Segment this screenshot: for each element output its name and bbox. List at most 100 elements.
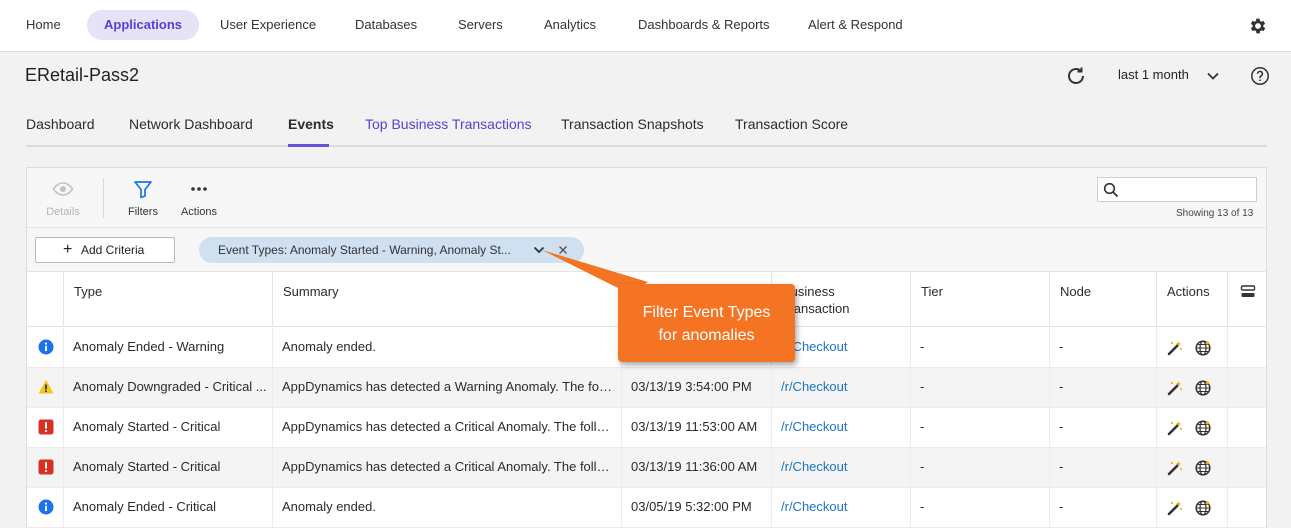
column-divider — [1049, 448, 1050, 488]
column-divider — [63, 488, 64, 528]
cell-summary: Anomaly ended. — [282, 499, 376, 514]
tab-network-dashboard[interactable]: Network Dashboard — [129, 116, 253, 132]
column-divider — [910, 488, 911, 528]
details-button[interactable]: Details — [33, 178, 93, 218]
cell-time: 03/13/19 3:54:00 PM — [631, 379, 752, 394]
search-input[interactable] — [1124, 180, 1252, 199]
filter-chip-event-types[interactable]: Event Types: Anomaly Started - Warning, … — [199, 237, 584, 263]
nav-analytics[interactable]: Analytics — [544, 10, 596, 40]
cell-tier: - — [920, 499, 925, 514]
header-node[interactable]: Node — [1049, 272, 1156, 327]
tab-top-business-transactions[interactable]: Top Business Transactions — [365, 116, 532, 132]
results-count: Showing 13 of 13 — [1176, 208, 1254, 219]
column-divider — [272, 368, 273, 408]
column-divider — [272, 448, 273, 488]
critical-icon — [38, 459, 54, 475]
search-box[interactable] — [1097, 177, 1257, 202]
globe-icon[interactable] — [1194, 339, 1212, 357]
cell-time: 03/13/19 11:36:00 AM — [631, 459, 758, 474]
toolbar-divider — [103, 178, 104, 218]
column-divider — [910, 328, 911, 368]
tab-transaction-snapshots[interactable]: Transaction Snapshots — [561, 116, 704, 132]
column-divider — [771, 488, 772, 528]
column-divider — [910, 408, 911, 448]
cell-node: - — [1059, 419, 1064, 434]
annotation-callout: Filter Event Types for anomalies — [618, 284, 795, 362]
cell-node: - — [1059, 339, 1064, 354]
nav-dashboards-reports[interactable]: Dashboards & Reports — [638, 10, 770, 40]
critical-icon — [38, 419, 54, 435]
nav-home[interactable]: Home — [26, 10, 61, 40]
details-label: Details — [46, 206, 80, 218]
column-divider — [1156, 488, 1157, 528]
callout-line-1: Filter Event Types — [642, 304, 771, 321]
tabs-divider — [26, 145, 1267, 147]
active-tab-indicator — [288, 144, 329, 147]
nav-user-experience[interactable]: User Experience — [220, 10, 316, 40]
cell-business-transaction[interactable]: /r/Checkout — [781, 459, 901, 474]
column-divider — [272, 408, 273, 448]
nav-applications[interactable]: Applications — [87, 10, 200, 40]
info-icon — [38, 339, 54, 355]
cell-node: - — [1059, 459, 1064, 474]
magic-wand-icon[interactable] — [1166, 379, 1184, 397]
tab-dashboard[interactable]: Dashboard — [26, 116, 95, 132]
table-row[interactable]: Anomaly Downgraded - Critical ... AppDyna… — [27, 368, 1266, 408]
header-tier[interactable]: Tier — [910, 272, 1049, 327]
globe-icon[interactable] — [1194, 459, 1212, 477]
magic-wand-icon[interactable] — [1166, 339, 1184, 357]
globe-icon[interactable] — [1194, 499, 1212, 517]
globe-icon[interactable] — [1194, 379, 1212, 397]
table-row[interactable]: Anomaly Ended - Critical Anomaly ended. 03… — [27, 488, 1266, 528]
tab-events[interactable]: Events — [288, 116, 334, 132]
header-type[interactable]: Type — [63, 272, 272, 327]
column-divider — [621, 368, 622, 408]
column-divider — [1227, 368, 1228, 408]
tab-transaction-score[interactable]: Transaction Score — [735, 116, 848, 132]
globe-icon[interactable] — [1194, 419, 1212, 437]
top-navigation: Home Applications User Experience Databa… — [0, 0, 1291, 52]
time-range-selector[interactable]: last 1 month — [1118, 67, 1189, 82]
cell-business-transaction[interactable]: /r/Checkout — [781, 419, 901, 434]
magic-wand-icon[interactable] — [1166, 459, 1184, 477]
cell-tier: - — [920, 459, 925, 474]
cell-business-transaction[interactable]: /r/Checkout — [781, 379, 901, 394]
nav-alert-respond[interactable]: Alert & Respond — [808, 10, 903, 40]
column-divider — [1049, 328, 1050, 368]
search-icon — [1103, 182, 1119, 198]
filters-button[interactable]: Filters — [113, 178, 173, 218]
add-criteria-button[interactable]: + Add Criteria — [35, 237, 175, 263]
cell-time: 03/05/19 5:32:00 PM — [631, 499, 752, 514]
magic-wand-icon[interactable] — [1166, 419, 1184, 437]
actions-button[interactable]: Actions — [169, 178, 229, 218]
column-divider — [621, 408, 622, 448]
more-icon — [191, 187, 207, 191]
nav-databases[interactable]: Databases — [355, 10, 417, 40]
magic-wand-icon[interactable] — [1166, 499, 1184, 517]
cell-business-transaction[interactable]: /r/Checkout — [781, 339, 901, 354]
header-actions: Actions — [1156, 272, 1227, 327]
help-icon[interactable] — [1250, 66, 1270, 86]
table-row[interactable]: Anomaly Started - Critical AppDynamics ha… — [27, 408, 1266, 448]
refresh-icon[interactable] — [1064, 64, 1088, 88]
column-divider — [1156, 328, 1157, 368]
cell-tier: - — [920, 379, 925, 394]
cell-type: Anomaly Started - Critical — [73, 459, 221, 474]
cell-business-transaction[interactable]: /r/Checkout — [781, 499, 901, 514]
column-divider — [1227, 488, 1228, 528]
column-divider — [771, 368, 772, 408]
column-divider — [771, 408, 772, 448]
cell-tier: - — [920, 339, 925, 354]
cell-node: - — [1059, 499, 1064, 514]
column-divider — [1227, 408, 1228, 448]
cell-type: Anomaly Downgraded - Critical ... — [73, 379, 267, 394]
chevron-down-icon[interactable] — [1206, 69, 1220, 83]
column-divider — [621, 448, 622, 488]
table-row[interactable]: Anomaly Started - Critical AppDynamics ha… — [27, 448, 1266, 488]
plus-icon: + — [63, 241, 73, 258]
columns-icon[interactable] — [1240, 284, 1256, 300]
nav-servers[interactable]: Servers — [458, 10, 503, 40]
eye-icon — [52, 182, 74, 196]
callout-line-2: for anomalies — [658, 327, 755, 344]
gear-icon[interactable] — [1248, 16, 1268, 36]
